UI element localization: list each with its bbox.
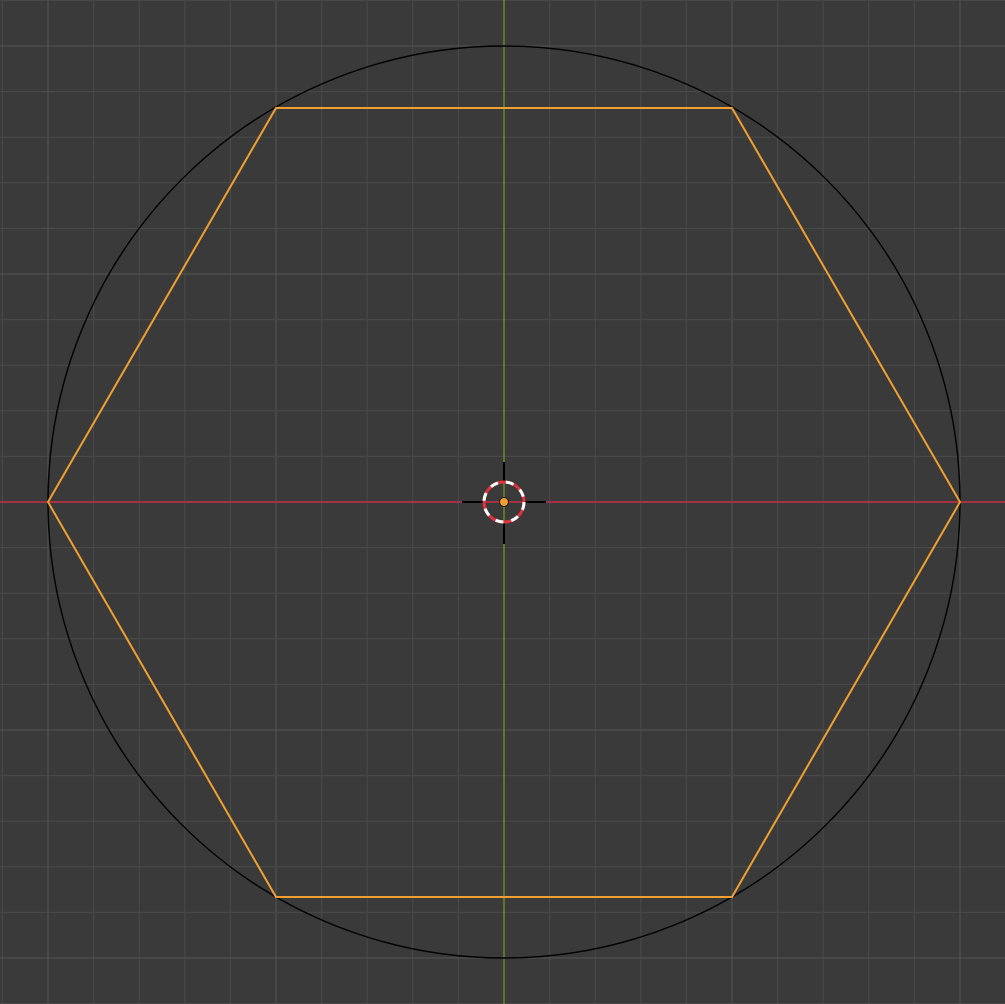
object-origin-dot[interactable]	[499, 497, 509, 507]
3d-viewport[interactable]	[0, 0, 1005, 1004]
viewport-canvas[interactable]	[0, 0, 1005, 1004]
